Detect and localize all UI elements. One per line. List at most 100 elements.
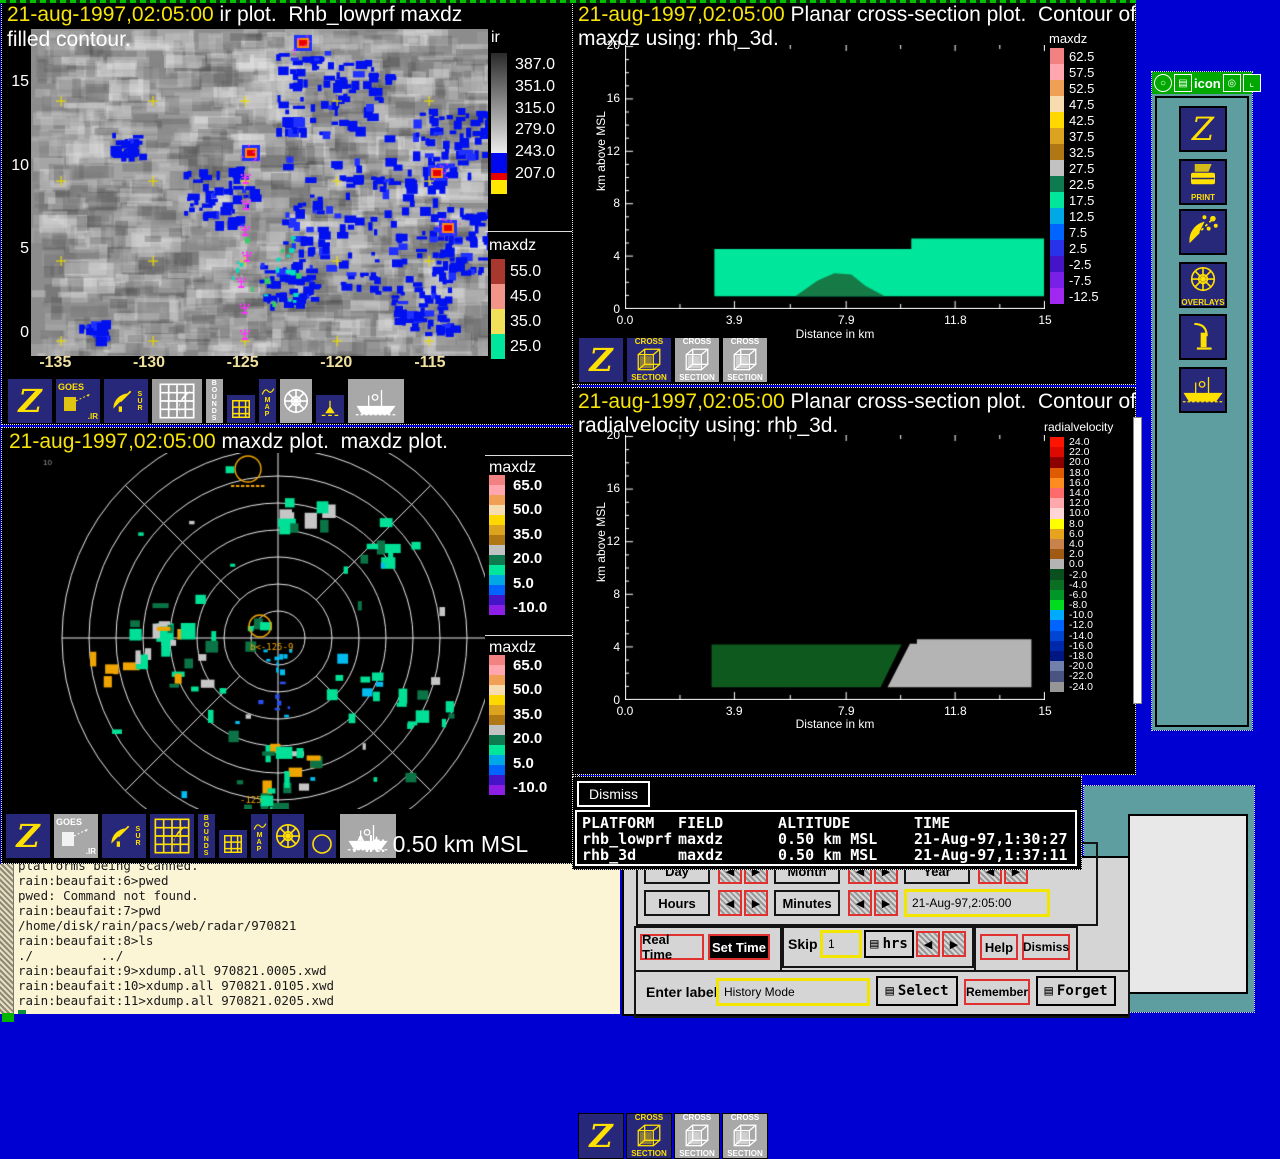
timestamp: 21-aug-1997,02:05:00	[7, 3, 214, 26]
colorbar-swatch	[491, 180, 507, 194]
window-menu-icon[interactable]: ○	[1154, 74, 1172, 92]
radar-grid-icon[interactable]	[151, 378, 203, 424]
zebra-logo-icon[interactable]: Z	[578, 337, 624, 383]
label-field[interactable]: History Mode	[716, 978, 870, 1006]
ir-plot-window: 21-aug-1997,02:05:00 ir plot. Rhb_lowprf…	[1, 1, 579, 425]
zebra-z-glyph: Z	[589, 1120, 612, 1152]
cross-section-icon[interactable]: CROSSSECTION	[626, 1113, 672, 1159]
colorbar-swatch	[491, 284, 505, 309]
colorbar-tick: 57.5	[1069, 65, 1094, 80]
xsec2-colorbar-label: radialvelocity	[1044, 420, 1113, 434]
zebra-z-glyph: Z	[18, 385, 41, 417]
radar-window-title: 21-aug-1997,02:05:00 maxdz plot. maxdz p…	[9, 430, 448, 454]
enter-label-caption: Enter label:	[646, 984, 722, 1000]
map-icon[interactable]: MAP	[258, 378, 277, 424]
menu-icon: ▤	[1044, 983, 1052, 999]
cross-section-icon[interactable]: CROSSSECTION	[674, 1113, 720, 1159]
xterm-window[interactable]: platforms being scanned. rain:beaufait:6…	[0, 864, 620, 1014]
wm-top-border	[0, 0, 1136, 3]
cube-glyph	[731, 1122, 759, 1150]
skip-back-button[interactable]: ◀	[916, 931, 940, 957]
tick-label: 207.0	[515, 163, 555, 185]
radar-antenna-icon[interactable]	[1179, 314, 1227, 360]
ship-icon[interactable]	[1179, 367, 1227, 413]
compass-icon[interactable]	[279, 378, 313, 424]
colorbar-entry: -7.5	[1050, 272, 1099, 288]
colorbar-swatch	[1050, 600, 1064, 610]
terminal-scrollbar[interactable]	[0, 864, 14, 1014]
cross-section-icon[interactable]: CROSSSECTION	[674, 337, 720, 383]
xsec1-title-line2: maxdz using: rhb_3d.	[578, 27, 779, 51]
xsec-maxdz-plot[interactable]	[625, 45, 1045, 309]
buoy-icon[interactable]	[315, 394, 345, 424]
help-button[interactable]: Help	[980, 934, 1018, 960]
remember-button[interactable]: Remember	[964, 979, 1030, 1005]
window-iconify-icon[interactable]: ◎	[1223, 74, 1241, 92]
panel-dismiss-button[interactable]: Dismiss	[1022, 934, 1070, 960]
bounds-icon[interactable]: BOUNDS	[197, 813, 216, 859]
zebra-logo-icon[interactable]: Z	[7, 378, 53, 424]
grid-icon[interactable]	[218, 829, 248, 859]
cross-section-icon[interactable]: CROSSSECTION	[722, 337, 768, 383]
minutes-button[interactable]: Minutes	[774, 890, 840, 916]
set-time-button[interactable]: Set Time	[708, 934, 770, 960]
colorbar-tick: 20.0	[513, 730, 542, 747]
minutes-increment-button[interactable]: ▶	[874, 890, 898, 916]
colorbar-swatch	[489, 665, 505, 675]
radar-ppi-display[interactable]	[3, 453, 485, 809]
empty-list-box	[1128, 814, 1248, 994]
compass-icon[interactable]: OVERLAYS	[1179, 262, 1227, 308]
circle-icon[interactable]	[307, 829, 337, 859]
colorbar-tick: 20.0	[513, 550, 542, 567]
colorbar-swatch	[489, 775, 505, 785]
colorbar-tick: 52.5	[1069, 81, 1094, 96]
goes-ir-icon[interactable]: GOES.IR	[53, 813, 99, 859]
xsec2-scrollbar[interactable]	[1133, 417, 1142, 704]
printer-icon[interactable]: PRINT	[1179, 159, 1227, 205]
window-doc-icon[interactable]: ▤	[1174, 74, 1192, 92]
zebra-logo-icon[interactable]: Z	[5, 813, 51, 859]
real-time-button[interactable]: Real Time	[640, 934, 704, 960]
colorbar-swatch	[1050, 559, 1064, 569]
colorbar-tick: 25.0	[510, 338, 541, 356]
radar-grid-icon[interactable]	[149, 813, 195, 859]
skip-forward-button[interactable]: ▶	[942, 931, 966, 957]
radar-dish-sur-icon[interactable]: SUR	[103, 378, 149, 424]
radar-dish-sur-icon[interactable]: SUR	[101, 813, 147, 859]
bounds-icon[interactable]: BOUNDS	[205, 378, 224, 424]
zebra-logo-icon[interactable]: Z	[1179, 106, 1227, 152]
maxdz-radar-window: 21-aug-1997,02:05:00 maxdz plot. maxdz p…	[1, 427, 579, 864]
hours-button[interactable]: Hours	[644, 890, 710, 916]
goes-ir-icon[interactable]: GOES.IR	[55, 378, 101, 424]
cross-section-icon[interactable]: CROSSSECTION	[722, 1113, 768, 1159]
time-field[interactable]: 21-Aug-97,2:05:00	[904, 889, 1050, 917]
hours-decrement-button[interactable]: ◀	[718, 890, 742, 916]
colorbar-entry: 27.5	[1050, 160, 1099, 176]
minutes-decrement-button[interactable]: ◀	[848, 890, 872, 916]
forget-button[interactable]: ▤Forget	[1036, 976, 1116, 1006]
xsec-radialvelocity-plot[interactable]	[625, 435, 1045, 700]
table-dismiss-button[interactable]: Dismiss	[577, 781, 650, 807]
satellite-dish-icon[interactable]	[1179, 209, 1227, 255]
colorbar-swatch	[489, 605, 505, 615]
grid-icon[interactable]	[226, 394, 256, 424]
skip-units-button[interactable]: ▤hrs	[864, 930, 914, 958]
cross-section-icon[interactable]: CROSSSECTION	[626, 337, 672, 383]
skip-label: Skip	[788, 936, 818, 952]
ship-icon[interactable]	[347, 378, 405, 424]
colorbar-tick: 12.5	[1069, 209, 1094, 224]
tick-label: 0.0	[617, 313, 634, 327]
table-cell: rhb_lowprf	[582, 832, 672, 847]
colorbar-tick: 32.5	[1069, 145, 1094, 160]
icon-window-titlebar: ○ ▤ icon ◎ ⌞	[1152, 72, 1252, 94]
hours-increment-button[interactable]: ▶	[744, 890, 768, 916]
satellite-ir-image[interactable]	[31, 29, 488, 356]
skip-field[interactable]: 1	[820, 930, 862, 958]
window-resize-icon[interactable]: ⌞	[1243, 74, 1261, 92]
colorbar-swatch	[489, 715, 505, 725]
zebra-logo-icon[interactable]: Z	[578, 1113, 624, 1159]
compass-icon[interactable]	[271, 813, 305, 859]
select-button[interactable]: ▤Select	[876, 976, 958, 1006]
colorbar-swatch	[1050, 529, 1064, 539]
map-icon[interactable]: MAP	[250, 813, 269, 859]
